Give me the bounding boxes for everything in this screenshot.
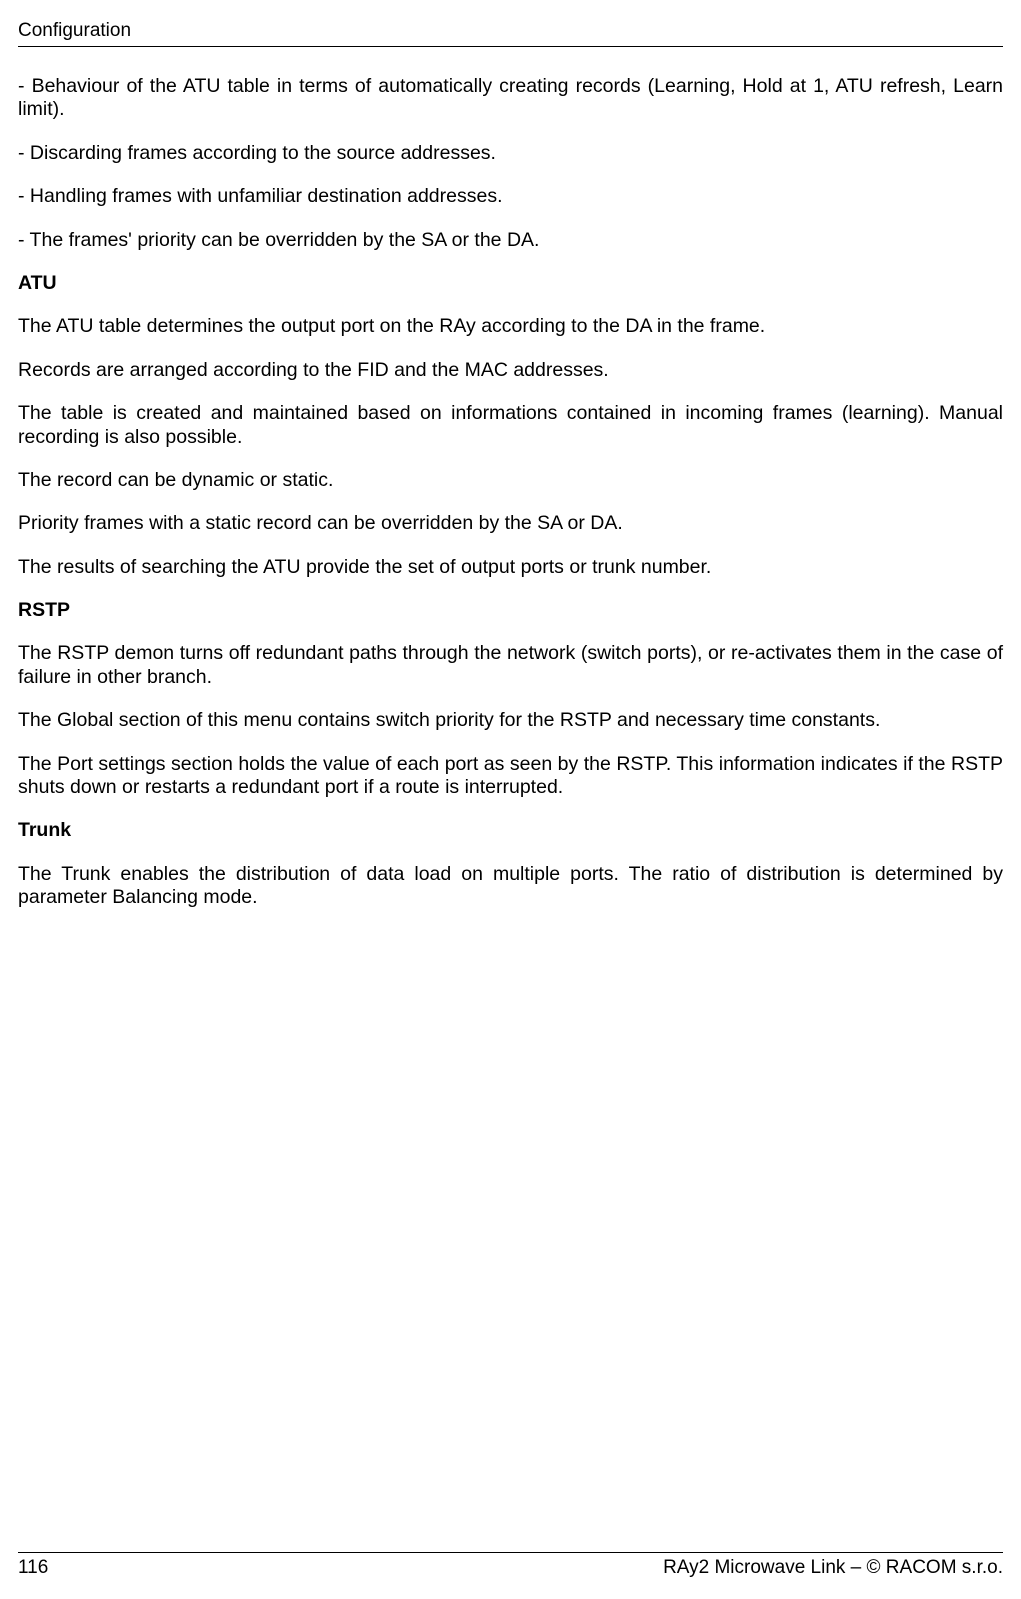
- page-number: 116: [18, 1557, 48, 1579]
- header-title: Configuration: [18, 20, 131, 41]
- paragraph: The Trunk enables the distribution of da…: [18, 863, 1003, 910]
- paragraph: Priority frames with a static record can…: [18, 512, 1003, 535]
- page-footer: 116 RAy2 Microwave Link – © RACOM s.r.o.: [18, 1552, 1003, 1579]
- page-content: - Behaviour of the ATU table in terms of…: [18, 75, 1003, 1532]
- section-heading-atu: ATU: [18, 272, 1003, 295]
- document-page: Configuration - Behaviour of the ATU tab…: [0, 0, 1021, 1599]
- section-heading-trunk: Trunk: [18, 819, 1003, 842]
- paragraph: - Discarding frames according to the sou…: [18, 142, 1003, 165]
- section-heading-rstp: RSTP: [18, 599, 1003, 622]
- paragraph: The results of searching the ATU provide…: [18, 556, 1003, 579]
- paragraph: The table is created and maintained base…: [18, 402, 1003, 449]
- paragraph: - Handling frames with unfamiliar destin…: [18, 185, 1003, 208]
- footer-source: RAy2 Microwave Link – © RACOM s.r.o.: [663, 1557, 1003, 1579]
- page-header: Configuration: [18, 20, 1003, 47]
- paragraph: The RSTP demon turns off redundant paths…: [18, 642, 1003, 689]
- paragraph: The Port settings section holds the valu…: [18, 753, 1003, 800]
- paragraph: The ATU table determines the output port…: [18, 315, 1003, 338]
- paragraph: The Global section of this menu contains…: [18, 709, 1003, 732]
- paragraph: - Behaviour of the ATU table in terms of…: [18, 75, 1003, 122]
- paragraph: The record can be dynamic or static.: [18, 469, 1003, 492]
- paragraph: - The frames' priority can be overridden…: [18, 229, 1003, 252]
- paragraph: Records are arranged according to the FI…: [18, 359, 1003, 382]
